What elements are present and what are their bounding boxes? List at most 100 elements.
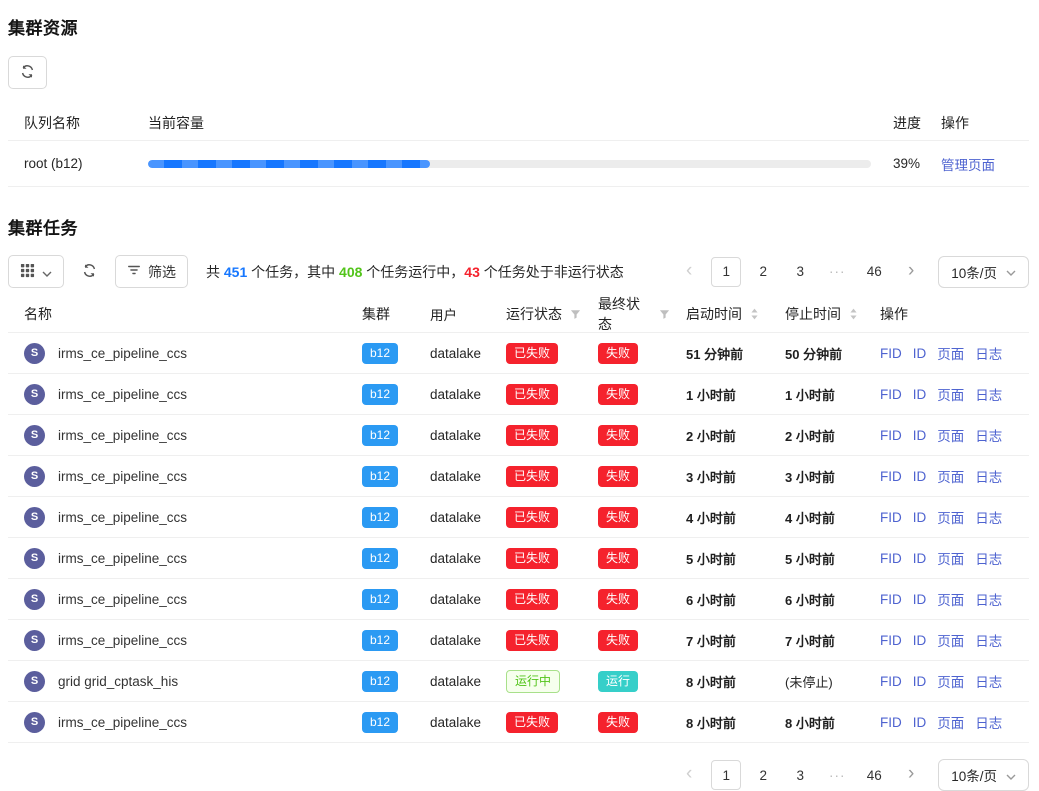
log-link[interactable]: 日志 [975,671,1002,691]
cluster-badge: b12 [362,466,398,487]
spark-avatar-icon: S [24,589,45,610]
column-layout-button[interactable] [8,255,64,288]
task-name: grid grid_cptask_his [58,674,178,689]
page-size-select[interactable]: 10条/页 [938,256,1029,288]
page-link[interactable]: 页面 [937,630,964,650]
page-button-46[interactable]: 46 [859,257,889,287]
final-status-cell: 失败 [582,425,670,446]
id-link[interactable]: ID [913,428,927,443]
log-link[interactable]: 日志 [975,630,1002,650]
prev-page-button[interactable]: ‹ [674,257,704,287]
spark-avatar-icon: S [24,548,45,569]
fid-link[interactable]: FID [880,428,902,443]
queue-row: root (b12) 39% 管理页面 [8,141,1029,187]
log-link[interactable]: 日志 [975,384,1002,404]
id-link[interactable]: ID [913,469,927,484]
refresh-tasks-button[interactable] [76,255,103,288]
id-link[interactable]: ID [913,633,927,648]
log-link[interactable]: 日志 [975,466,1002,486]
page-link[interactable]: 页面 [937,548,964,568]
task-name-cell: S irms_ce_pipeline_ccs [8,343,346,364]
page-size-select[interactable]: 10条/页 [938,759,1029,791]
log-link[interactable]: 日志 [975,425,1002,445]
task-row: S irms_ce_pipeline_ccs b12 datalake 已失败 … [8,579,1029,620]
task-name: irms_ce_pipeline_ccs [58,428,187,443]
filter-funnel-icon[interactable] [570,309,581,320]
id-link[interactable]: ID [913,346,927,361]
page-link[interactable]: 页面 [937,343,964,363]
fid-link[interactable]: FID [880,346,902,361]
log-link[interactable]: 日志 [975,343,1002,363]
page-link[interactable]: 页面 [937,712,964,732]
fid-link[interactable]: FID [880,592,902,607]
page-ellipsis[interactable]: ··· [822,257,852,287]
stop-time-cell: 7 小时前 [769,631,864,650]
page-button-3[interactable]: 3 [785,257,815,287]
run-status-badge: 已失败 [506,384,558,405]
grid-icon [20,263,35,281]
id-link[interactable]: ID [913,674,927,689]
sorter-icon[interactable] [750,307,759,321]
sorter-icon[interactable] [849,307,858,321]
id-link[interactable]: ID [913,387,927,402]
final-status-header: 最终状态 [582,294,670,334]
refresh-resources-button[interactable] [8,56,47,89]
page-button-1[interactable]: 1 [711,257,741,287]
task-row: S irms_ce_pipeline_ccs b12 datalake 已失败 … [8,497,1029,538]
prev-page-button[interactable]: ‹ [674,760,704,790]
page-button-2[interactable]: 2 [748,257,778,287]
stop-time-header[interactable]: 停止时间 [769,304,864,324]
id-link[interactable]: ID [913,715,927,730]
fid-link[interactable]: FID [880,387,902,402]
page-button-3[interactable]: 3 [785,760,815,790]
start-time-header[interactable]: 启动时间 [670,304,769,324]
task-cluster-cell: b12 [346,671,414,692]
page-button-2[interactable]: 2 [748,760,778,790]
fid-link[interactable]: FID [880,469,902,484]
page-button-46[interactable]: 46 [859,760,889,790]
page-link[interactable]: 页面 [937,671,964,691]
queue-progress-value: 39% [893,156,941,171]
task-row: S irms_ce_pipeline_ccs b12 datalake 已失败 … [8,456,1029,497]
task-user: datalake [430,510,481,525]
spark-avatar-icon: S [24,343,45,364]
log-link[interactable]: 日志 [975,589,1002,609]
stop-time-cell: (未停止) [769,672,864,691]
page-link[interactable]: 页面 [937,384,964,404]
task-user-cell: datalake [414,715,490,730]
final-status-badge: 失败 [598,507,638,528]
next-page-button[interactable]: › [896,257,926,287]
summary-text: 共 [206,264,224,280]
filter-funnel-icon[interactable] [659,309,670,320]
task-name-cell: S irms_ce_pipeline_ccs [8,425,346,446]
page-link[interactable]: 页面 [937,425,964,445]
cluster-badge: b12 [362,507,398,528]
id-link[interactable]: ID [913,592,927,607]
page-link[interactable]: 页面 [937,466,964,486]
final-status-cell: 失败 [582,548,670,569]
fid-link[interactable]: FID [880,551,902,566]
page-ellipsis[interactable]: ··· [822,760,852,790]
id-link[interactable]: ID [913,551,927,566]
page-link[interactable]: 页面 [937,507,964,527]
cluster-resources-title: 集群资源 [8,14,1029,39]
manage-page-link[interactable]: 管理页面 [941,158,995,173]
task-cluster-cell: b12 [346,425,414,446]
page-link[interactable]: 页面 [937,589,964,609]
log-link[interactable]: 日志 [975,712,1002,732]
log-link[interactable]: 日志 [975,548,1002,568]
run-status-header: 运行状态 [490,304,582,324]
stop-time-cell: 8 小时前 [769,713,864,732]
log-link[interactable]: 日志 [975,507,1002,527]
filter-button[interactable]: 筛选 [115,255,188,288]
next-page-button[interactable]: › [896,760,926,790]
task-name-cell: S irms_ce_pipeline_ccs [8,466,346,487]
filter-lines-icon [127,263,141,280]
start-time-cell: 4 小时前 [670,508,769,527]
id-link[interactable]: ID [913,510,927,525]
fid-link[interactable]: FID [880,674,902,689]
fid-link[interactable]: FID [880,633,902,648]
fid-link[interactable]: FID [880,715,902,730]
fid-link[interactable]: FID [880,510,902,525]
page-button-1[interactable]: 1 [711,760,741,790]
